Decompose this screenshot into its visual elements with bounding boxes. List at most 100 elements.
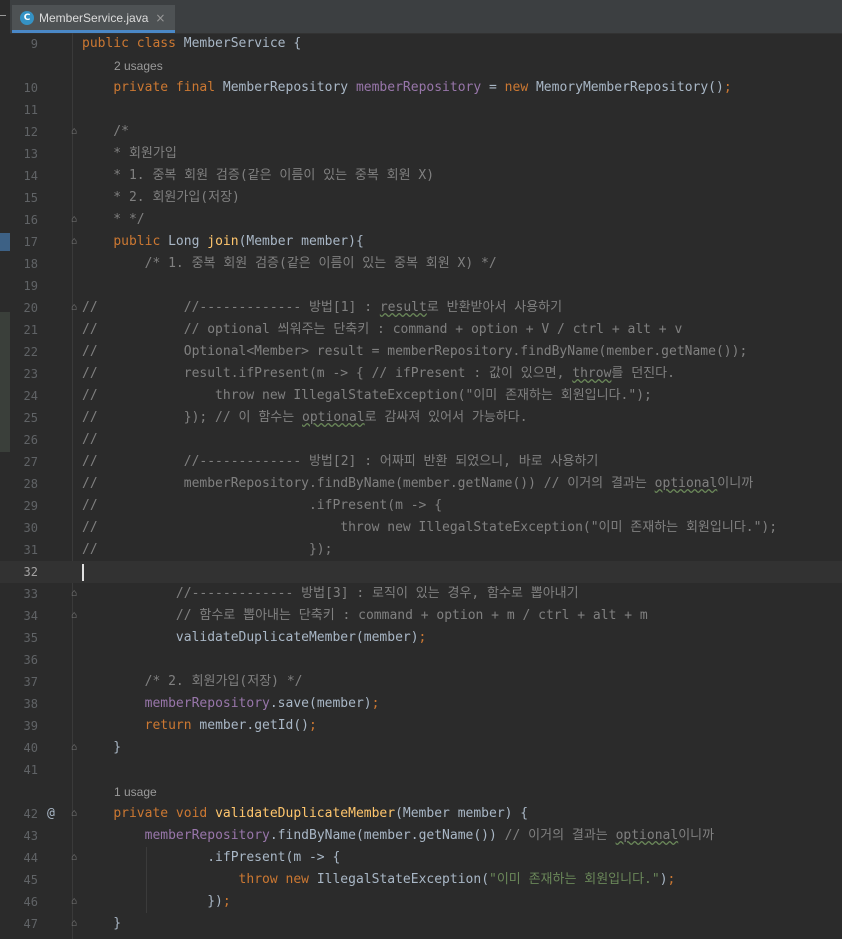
line-number: 29 xyxy=(23,499,38,513)
fold-icon[interactable]: ⌂ xyxy=(71,913,77,935)
code-line[interactable]: 46 ⌂ }); xyxy=(0,891,842,913)
line-number: 35 xyxy=(23,631,38,645)
usage-hint[interactable]: 1 usage xyxy=(114,781,157,803)
code-token: ; xyxy=(667,872,676,887)
code-line[interactable]: 43 memberRepository.findByName(member.ge… xyxy=(0,825,842,847)
code-text: // //------------- 방법[2] : 어짜피 반환 되었으니, … xyxy=(82,451,598,473)
code-line[interactable]: 15 * 2. 회원가입(저장) xyxy=(0,187,842,209)
line-number: 17 xyxy=(23,235,38,249)
code-text: // memberRepository.findByName(member.ge… xyxy=(82,473,753,495)
code-line[interactable]: 40 ⌂ } xyxy=(0,737,842,759)
code-token: throw xyxy=(572,366,612,381)
line-number: 21 xyxy=(23,323,38,337)
line-number: 9 xyxy=(30,37,38,51)
fold-icon[interactable]: ⌂ xyxy=(71,231,77,253)
code-line[interactable]: 25 // }); // 이 함수는 optional로 감싸져 있어서 가능하다… xyxy=(0,407,842,429)
code-token: return xyxy=(144,718,200,733)
code-line[interactable]: 32 xyxy=(0,561,842,583)
code-token: new xyxy=(504,80,536,95)
line-number: 32 xyxy=(23,565,38,579)
line-number: 38 xyxy=(23,697,38,711)
code-line[interactable]: 44 ⌂ .ifPresent(m -> { xyxy=(0,847,842,869)
code-line[interactable]: 47 ⌂ } xyxy=(0,913,842,935)
code-token: memberRepository xyxy=(144,828,270,843)
code-line[interactable]: 36 xyxy=(0,649,842,671)
code-line[interactable]: 27 // //------------- 방법[2] : 어짜피 반환 되었으니… xyxy=(0,451,842,473)
line-number: 33 xyxy=(23,587,38,601)
override-marker-icon[interactable]: @ xyxy=(47,803,55,825)
code-line[interactable]: 24 // throw new IllegalStateException("이미… xyxy=(0,385,842,407)
code-text: private void validateDuplicateMember(Mem… xyxy=(82,803,528,825)
line-number: 11 xyxy=(23,103,38,117)
fold-icon[interactable]: ⌂ xyxy=(71,847,77,869)
fold-icon[interactable]: ⌂ xyxy=(71,583,77,605)
fold-icon[interactable]: ⌂ xyxy=(71,737,77,759)
code-text: /* 1. 중복 회원 검증(같은 이름이 있는 중복 회원 X) */ xyxy=(82,253,497,275)
usage-hint-row[interactable]: 1 usage xyxy=(0,781,842,803)
code-line[interactable]: 41 xyxy=(0,759,842,781)
code-line[interactable]: 33 ⌂ //------------- 방법[3] : 로직이 있는 경우, 함… xyxy=(0,583,842,605)
code-line[interactable]: 21 // // optional 씌워주는 단축키 : command + op… xyxy=(0,319,842,341)
code-text: memberRepository.save(member); xyxy=(82,693,380,715)
code-line[interactable]: 29 // .ifPresent(m -> { xyxy=(0,495,842,517)
code-line[interactable]: 19 xyxy=(0,275,842,297)
code-token: // Optional<Member> result = memberRepos… xyxy=(82,344,748,359)
code-line[interactable]: 18 /* 1. 중복 회원 검증(같은 이름이 있는 중복 회원 X) */ xyxy=(0,253,842,275)
close-icon[interactable]: × xyxy=(155,11,165,25)
line-number: 41 xyxy=(23,763,38,777)
tab-title: MemberService.java xyxy=(39,10,149,25)
code-line[interactable]: 14 * 1. 중복 회원 검증(같은 이름이 있는 중복 회원 X) xyxy=(0,165,842,187)
usage-hint-row[interactable]: 2 usages xyxy=(0,55,842,77)
code-line[interactable]: 37 /* 2. 회원가입(저장) */ xyxy=(0,671,842,693)
code-token: "이미 존재하는 회원입니다." xyxy=(489,872,660,887)
code-line[interactable]: 26 // xyxy=(0,429,842,451)
tab-member-service[interactable]: C MemberService.java × xyxy=(12,5,176,33)
fold-icon[interactable]: ⌂ xyxy=(71,209,77,231)
code-text: // throw new IllegalStateException("이미 존… xyxy=(82,385,652,407)
code-line[interactable]: 39 return member.getId(); xyxy=(0,715,842,737)
code-line[interactable]: 23 // result.ifPresent(m -> { // ifPresen… xyxy=(0,363,842,385)
code-line[interactable]: 34 ⌂ // 함수로 뽑아내는 단축키 : command + option +… xyxy=(0,605,842,627)
indent-guide xyxy=(146,891,147,913)
code-token: ) xyxy=(659,872,668,887)
code-line[interactable]: 12 ⌂ /* xyxy=(0,121,842,143)
code-line[interactable]: 22 // Optional<Member> result = memberRep… xyxy=(0,341,842,363)
code-text: } xyxy=(82,737,121,759)
code-line[interactable]: 9 public class MemberService { xyxy=(0,33,842,55)
line-number: 13 xyxy=(23,147,38,161)
code-text: * 회원가입 xyxy=(82,143,177,165)
fold-icon[interactable]: ⌂ xyxy=(71,605,77,627)
code-line[interactable]: 13 * 회원가입 xyxy=(0,143,842,165)
line-number: 45 xyxy=(23,873,38,887)
code-line[interactable]: 30 // throw new IllegalStateException("이미… xyxy=(0,517,842,539)
code-line[interactable]: 11 xyxy=(0,99,842,121)
code-token: /* 1. 중복 회원 검증(같은 이름이 있는 중복 회원 X) */ xyxy=(82,256,497,271)
code-token: // //------------- 방법[2] : 어짜피 반환 되었으니, … xyxy=(82,454,599,469)
fold-icon[interactable]: ⌂ xyxy=(71,803,77,825)
code-line[interactable]: 28 // memberRepository.findByName(member.… xyxy=(0,473,842,495)
code-line[interactable]: 17 ⌂ public Long join(Member member){ xyxy=(0,231,842,253)
line-number: 18 xyxy=(23,257,38,271)
fold-icon[interactable]: ⌂ xyxy=(71,297,77,319)
usage-hint[interactable]: 2 usages xyxy=(114,55,163,77)
code-line[interactable]: 42 @ ⌂ private void validateDuplicateMembe… xyxy=(0,803,842,825)
code-text: throw new IllegalStateException("이미 존재하는… xyxy=(82,869,676,891)
code-line[interactable]: 31 // }); xyxy=(0,539,842,561)
code-line[interactable]: 35 validateDuplicateMember(member); xyxy=(0,627,842,649)
code-line[interactable]: 10 private final MemberRepository member… xyxy=(0,77,842,99)
fold-icon[interactable]: ⌂ xyxy=(71,891,77,913)
line-number: 22 xyxy=(23,345,38,359)
fold-icon[interactable]: ⌂ xyxy=(71,121,77,143)
code-line[interactable]: 45 throw new IllegalStateException("이미 존… xyxy=(0,869,842,891)
ide-window: C MemberService.java × 9 public class Mem… xyxy=(0,0,842,939)
code-line[interactable]: 38 memberRepository.save(member); xyxy=(0,693,842,715)
code-token: // memberRepository.findByName(member.ge… xyxy=(82,476,655,491)
code-editor[interactable]: 9 public class MemberService {2 usages 10 … xyxy=(0,33,842,935)
code-token: public xyxy=(113,234,169,249)
code-line[interactable]: 20 ⌂// //------------- 방법[1] : result로 반환… xyxy=(0,297,842,319)
code-line[interactable]: 16 ⌂ * */ xyxy=(0,209,842,231)
code-text: .ifPresent(m -> { xyxy=(82,847,340,869)
